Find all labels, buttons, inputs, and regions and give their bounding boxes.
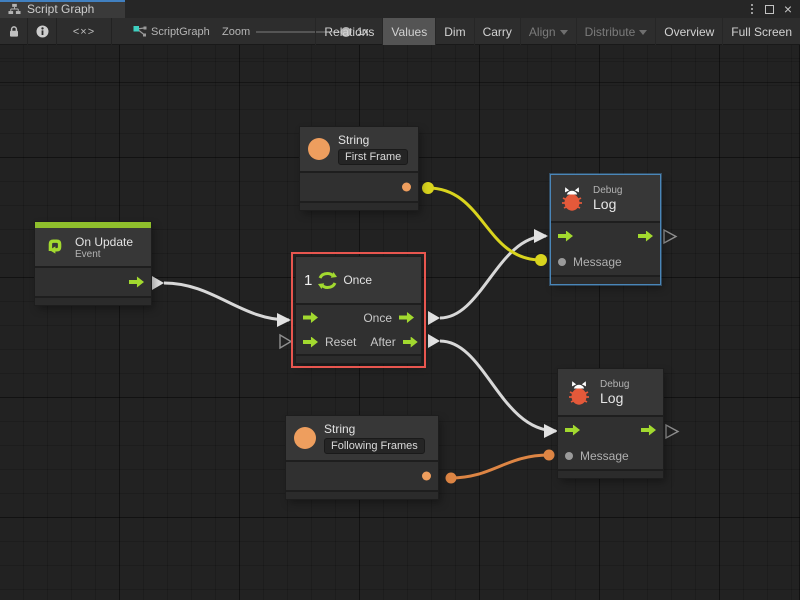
chevron-down-icon bbox=[639, 30, 647, 35]
node-footer bbox=[558, 469, 663, 478]
tab-script-graph[interactable]: Script Graph bbox=[0, 0, 125, 18]
value-output-port[interactable] bbox=[402, 183, 411, 192]
node-header[interactable]: String Following Frames bbox=[286, 416, 438, 460]
graph-canvas[interactable]: String First Frame bbox=[0, 45, 800, 600]
unconnected-port-triangle[interactable] bbox=[664, 230, 676, 243]
flow-output-port[interactable] bbox=[641, 425, 656, 436]
flow-input-port[interactable] bbox=[303, 337, 318, 348]
string-value-field[interactable]: Following Frames bbox=[324, 438, 425, 454]
flow-output-port[interactable] bbox=[399, 312, 414, 323]
graph-name-label: ScriptGraph bbox=[151, 26, 210, 38]
node-header[interactable]: 1 Once bbox=[296, 257, 421, 303]
port-label: Once bbox=[363, 311, 392, 325]
toolbar-right-buttons: Relations Values Dim Carry Align Distrib… bbox=[315, 18, 800, 45]
code-view-icon: <×> bbox=[73, 26, 95, 38]
message-input-port[interactable] bbox=[558, 258, 566, 266]
node-footer bbox=[35, 296, 151, 305]
once-cycle-icon bbox=[317, 271, 338, 290]
values-button[interactable]: Values bbox=[382, 18, 435, 45]
close-icon[interactable]: × bbox=[784, 2, 792, 16]
node-debug-log-bottom[interactable]: Debug Log Message bbox=[558, 369, 663, 478]
string-value-field[interactable]: First Frame bbox=[338, 149, 408, 165]
align-dropdown[interactable]: Align bbox=[520, 18, 576, 45]
node-title: String bbox=[338, 133, 408, 147]
node-title: On Update bbox=[75, 235, 133, 249]
node-footer bbox=[296, 354, 421, 363]
node-title: Once bbox=[343, 273, 372, 287]
node-on-update-event[interactable]: On Update Event bbox=[35, 222, 151, 305]
window-menu-icon[interactable] bbox=[749, 2, 755, 16]
toolbar-left-buttons: <×> bbox=[0, 18, 112, 45]
overview-button[interactable]: Overview bbox=[655, 18, 722, 45]
info-button[interactable] bbox=[28, 18, 57, 45]
node-header[interactable]: On Update Event bbox=[35, 228, 151, 266]
string-type-icon bbox=[308, 138, 330, 160]
node-header[interactable]: String First Frame bbox=[300, 127, 418, 171]
window-controls: × bbox=[749, 0, 800, 18]
flow-input-port[interactable] bbox=[303, 312, 318, 323]
node-footer bbox=[286, 490, 438, 499]
node-string-following-frames[interactable]: String Following Frames bbox=[286, 416, 438, 499]
info-icon bbox=[36, 25, 49, 38]
flow-input-port[interactable] bbox=[565, 425, 580, 436]
port-label: Message bbox=[573, 255, 622, 269]
node-footer bbox=[300, 201, 418, 210]
message-input-port[interactable] bbox=[565, 452, 573, 460]
wire-on-update-to-once[interactable] bbox=[152, 276, 291, 327]
dim-button[interactable]: Dim bbox=[435, 18, 473, 45]
tab-title: Script Graph bbox=[27, 2, 94, 16]
node-title: String bbox=[324, 422, 425, 436]
node-debug-log-top[interactable]: Debug Log Message bbox=[551, 175, 660, 284]
bug-icon bbox=[559, 185, 585, 212]
graph-hierarchy-icon bbox=[8, 3, 21, 15]
bug-icon bbox=[566, 379, 592, 406]
node-string-first-frame[interactable]: String First Frame bbox=[300, 127, 418, 210]
wire-once-to-debug-bottom[interactable] bbox=[428, 334, 558, 438]
port-label: Reset bbox=[325, 335, 356, 349]
node-title: Log bbox=[600, 390, 629, 406]
once-count-badge: 1 bbox=[304, 272, 312, 289]
node-kind: Debug bbox=[593, 185, 622, 196]
flow-output-port[interactable] bbox=[638, 231, 653, 242]
script-graph-icon bbox=[133, 25, 147, 39]
zoom-label: Zoom bbox=[222, 26, 250, 38]
distribute-dropdown[interactable]: Distribute bbox=[576, 18, 656, 45]
node-subtitle: Event bbox=[75, 249, 133, 260]
flow-input-port[interactable] bbox=[558, 231, 573, 242]
code-view-button[interactable]: <×> bbox=[57, 18, 112, 45]
port-label: Message bbox=[580, 449, 629, 463]
carry-button[interactable]: Carry bbox=[474, 18, 520, 45]
wire-string-following-to-message[interactable] bbox=[446, 450, 555, 484]
node-footer bbox=[551, 275, 660, 284]
lock-button[interactable] bbox=[0, 18, 28, 45]
flow-output-port[interactable] bbox=[129, 277, 144, 288]
node-header[interactable]: Debug Log bbox=[558, 369, 663, 415]
unity-script-graph-window: Script Graph × ScriptGraph Zoom 1x bbox=[0, 0, 800, 600]
node-header[interactable]: Debug Log bbox=[551, 175, 660, 221]
port-label: After bbox=[370, 335, 395, 349]
wire-string-first-to-message[interactable] bbox=[422, 182, 547, 266]
string-type-icon bbox=[294, 427, 316, 449]
unconnected-port-triangle[interactable] bbox=[666, 425, 678, 438]
relations-button[interactable]: Relations bbox=[315, 18, 382, 45]
unconnected-port-triangle[interactable] bbox=[280, 335, 291, 348]
window-titlebar: Script Graph × bbox=[0, 0, 800, 18]
flow-output-port[interactable] bbox=[403, 337, 418, 348]
lock-icon bbox=[8, 25, 20, 38]
chevron-down-icon bbox=[560, 30, 568, 35]
on-update-loop-icon bbox=[43, 235, 67, 259]
node-once[interactable]: 1 Once Once Reset bbox=[296, 257, 421, 363]
graph-toolbar: ScriptGraph Zoom 1x <×> bbox=[0, 18, 800, 45]
node-kind: Debug bbox=[600, 379, 629, 390]
wire-once-to-debug-top[interactable] bbox=[428, 229, 548, 325]
maximize-icon[interactable] bbox=[765, 5, 774, 14]
full-screen-button[interactable]: Full Screen bbox=[722, 18, 800, 45]
node-title: Log bbox=[593, 196, 622, 212]
value-output-port[interactable] bbox=[422, 472, 431, 481]
